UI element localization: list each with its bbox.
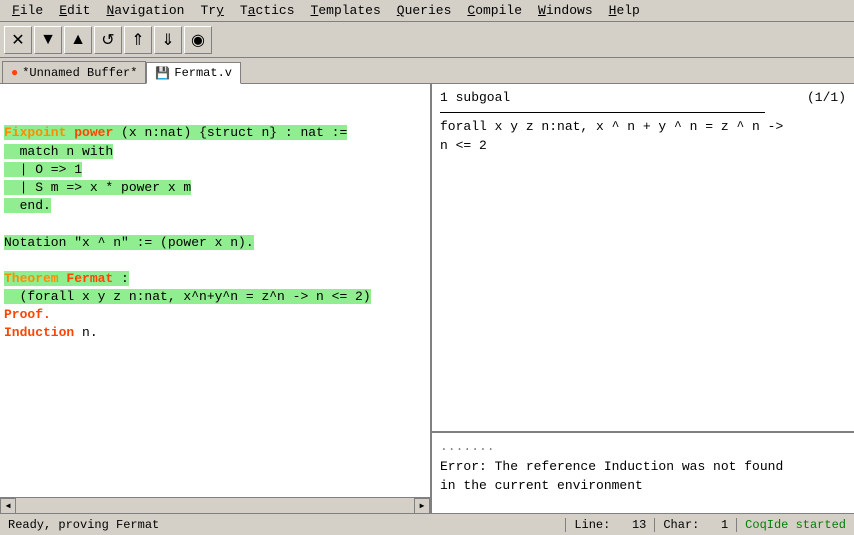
editor-area[interactable]: Fixpoint power (x n:nat) {struct n} : na…	[0, 84, 430, 497]
goto-end-button[interactable]: ⇓	[154, 26, 182, 54]
status-char: Char: 1	[655, 518, 737, 532]
menu-file[interactable]: File	[4, 1, 51, 20]
message-area: ....... Error: The reference Induction w…	[432, 433, 854, 513]
tabbar: ● *Unnamed Buffer* 💾 Fermat.v	[0, 58, 854, 84]
editor-content: Fixpoint power (x n:nat) {struct n} : na…	[4, 124, 426, 342]
menubar: File Edit Navigation Try Tactics Templat…	[0, 0, 854, 22]
menu-help[interactable]: Help	[601, 1, 648, 20]
toolbar: ✕ ▼ ▲ ↺ ⇑ ⇓ ◉	[0, 22, 854, 58]
error-text: Error: The reference Induction was not f…	[440, 457, 846, 496]
char-value: 1	[721, 518, 728, 532]
menu-navigation[interactable]: Navigation	[98, 1, 192, 20]
menu-compile[interactable]: Compile	[459, 1, 530, 20]
editor-scrollbar: ◀ ▶	[0, 497, 430, 513]
menu-queries[interactable]: Queries	[389, 1, 460, 20]
menu-windows[interactable]: Windows	[530, 1, 601, 20]
editor-panel: Fixpoint power (x n:nat) {struct n} : na…	[0, 84, 432, 513]
goal-text: forall x y z n:nat, x ^ n + y ^ n = z ^ …	[440, 117, 846, 156]
tab-fermat[interactable]: 💾 Fermat.v	[146, 62, 241, 84]
tab-unnamed-label: *Unnamed Buffer*	[22, 66, 137, 80]
tab-fermat-label: Fermat.v	[174, 66, 232, 80]
close-button[interactable]: ✕	[4, 26, 32, 54]
scroll-track[interactable]	[16, 498, 414, 513]
tab-unnamed-buffer[interactable]: ● *Unnamed Buffer*	[2, 61, 146, 83]
statusbar: Ready, proving Fermat Line: 13 Char: 1 C…	[0, 513, 854, 535]
scroll-right-arrow[interactable]: ▶	[414, 498, 430, 514]
line-value: 13	[632, 518, 646, 532]
retract-button[interactable]: ↺	[94, 26, 122, 54]
menu-tactics[interactable]: Tactics	[232, 1, 303, 20]
subgoal-count: 1 subgoal	[440, 88, 510, 108]
menu-try[interactable]: Try	[192, 1, 231, 20]
goto-start-button[interactable]: ⇑	[124, 26, 152, 54]
interrupt-button[interactable]: ◉	[184, 26, 212, 54]
line-label: Line:	[574, 518, 610, 532]
main-content: Fixpoint power (x n:nat) {struct n} : na…	[0, 84, 854, 513]
step-forward-button[interactable]: ▼	[34, 26, 62, 54]
status-message: Ready, proving Fermat	[0, 518, 566, 532]
goal-area: 1 subgoal (1/1) forall x y z n:nat, x ^ …	[432, 84, 854, 433]
right-panel: 1 subgoal (1/1) forall x y z n:nat, x ^ …	[432, 84, 854, 513]
status-coqide: CoqIde started	[737, 518, 854, 532]
tab-unnamed-icon: ●	[11, 66, 18, 80]
scroll-left-arrow[interactable]: ◀	[0, 498, 16, 514]
menu-edit[interactable]: Edit	[51, 1, 98, 20]
menu-templates[interactable]: Templates	[303, 1, 389, 20]
status-line: Line: 13	[566, 518, 655, 532]
step-backward-button[interactable]: ▲	[64, 26, 92, 54]
tab-fermat-icon: 💾	[155, 66, 170, 81]
goal-fraction: (1/1)	[807, 88, 846, 108]
char-label: Char:	[663, 518, 699, 532]
message-dots: .......	[440, 437, 846, 457]
